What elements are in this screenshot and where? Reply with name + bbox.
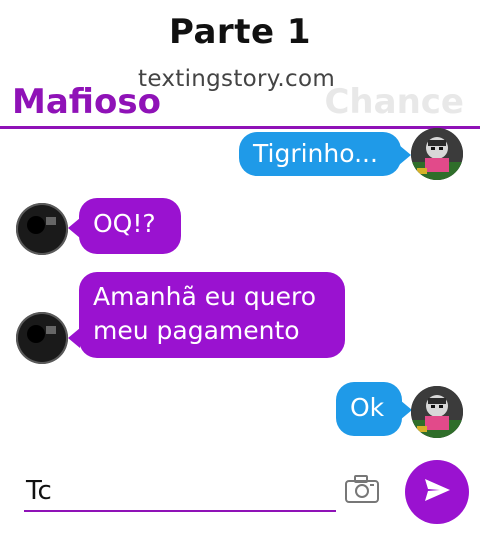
message-text: OQ!?: [93, 209, 156, 238]
bubble-tail: [399, 145, 411, 165]
message-text: Amanhã eu quero meu pagamento: [93, 282, 317, 345]
contact-name-left: Mafioso: [12, 82, 161, 122]
camera-icon[interactable]: [344, 474, 380, 504]
message-text: Tigrinho...: [253, 139, 378, 168]
avatar-right[interactable]: [411, 128, 463, 180]
send-button[interactable]: [405, 460, 469, 524]
avatar-left[interactable]: [16, 203, 68, 255]
message-bubble-right: Ok: [336, 382, 402, 436]
message-text: Ok: [350, 393, 385, 422]
contact-name-right: Chance: [324, 82, 464, 122]
message-input[interactable]: Tc: [26, 476, 52, 506]
send-icon: [422, 475, 452, 509]
message-bubble-right: Tigrinho...: [239, 132, 401, 176]
header-divider: [0, 126, 480, 129]
message-bubble-left: OQ!?: [79, 198, 181, 254]
avatar-left[interactable]: [16, 312, 68, 364]
message-bubble-left: Amanhã eu quero meu pagamento: [79, 272, 345, 358]
page-title: Parte 1: [168, 12, 312, 52]
avatar-right[interactable]: [411, 386, 463, 438]
watermark: textingstory.com: [138, 66, 336, 92]
input-underline: [24, 510, 336, 512]
